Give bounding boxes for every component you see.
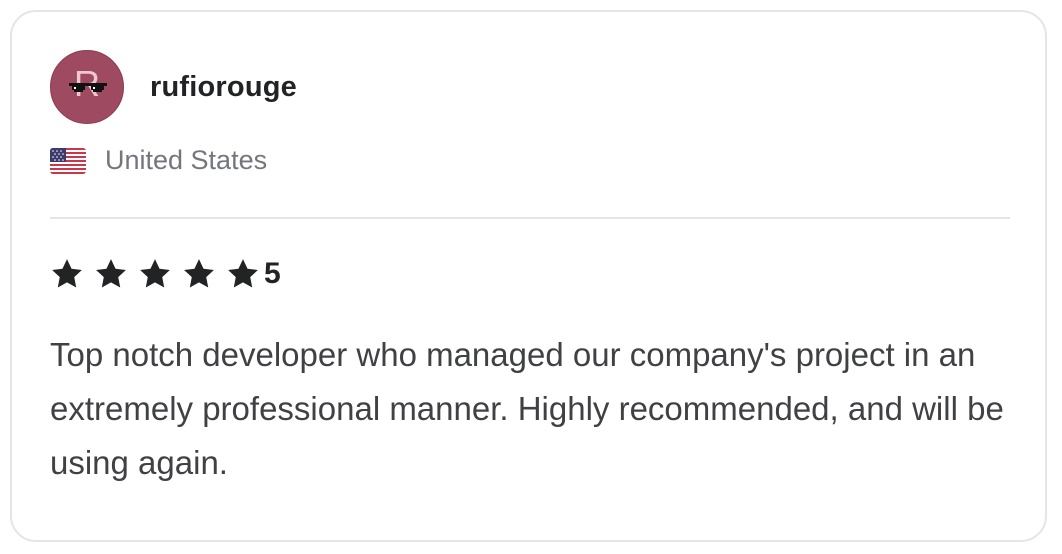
reviewer-country: United States [105,145,268,175]
review-text: Top notch developer who managed our comp… [50,336,1004,481]
reviewer-username[interactable]: rufiorouge [150,71,297,104]
star-icon [52,259,82,288]
star-icon [228,259,258,288]
star-icon [96,259,126,288]
star-icon [140,259,170,288]
us-flag-icon [50,147,86,174]
star-icon [184,259,214,288]
reviewer-header: R rufiorouge [50,50,297,124]
star-rating: 5 [50,257,281,291]
reviewer-location: United States [50,145,267,176]
divider [50,217,1010,219]
rating-value: 5 [264,257,281,290]
review-card: R rufiorouge United States 5 Top notch d… [10,10,1047,542]
pixel-sunglasses-icon [69,83,107,92]
avatar[interactable]: R [50,50,124,124]
